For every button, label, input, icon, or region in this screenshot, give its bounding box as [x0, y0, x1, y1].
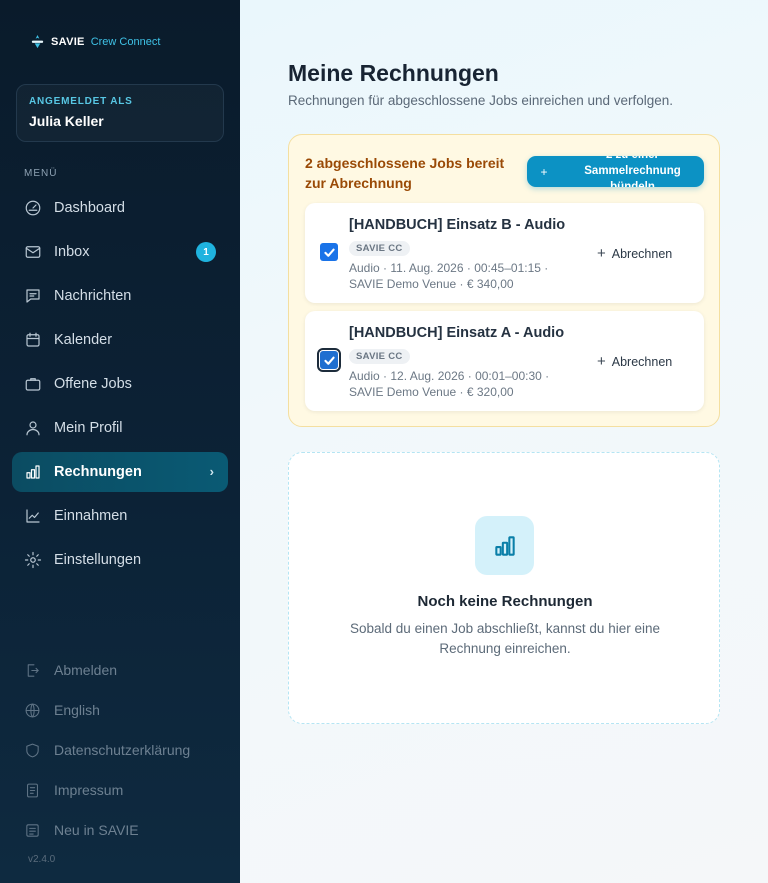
imprint-link[interactable]: Impressum [12, 770, 228, 810]
sidebar-item-label: Rechnungen [54, 464, 142, 480]
sidebar-item-label: Nachrichten [54, 288, 132, 304]
footer-item-label: Neu in SAVIE [54, 822, 139, 838]
page-title: Meine Rechnungen [288, 60, 499, 86]
sidebar-item-nachrichten[interactable]: Nachrichten [12, 276, 228, 316]
brand-logo-link[interactable]: SAVIE Crew Connect [30, 34, 160, 49]
sidebar-item-einnahmen[interactable]: Einnahmen [12, 496, 228, 536]
user-icon [26, 421, 40, 436]
sidebar-item-dashboard[interactable]: Dashboard [12, 188, 228, 228]
menu-label: MENÜ [24, 168, 58, 179]
savie-logo-icon [31, 34, 44, 49]
sidebar-item-label: Offene Jobs [54, 376, 132, 392]
plus-icon: + [597, 245, 606, 262]
user-name: Julia Keller [29, 113, 104, 129]
sidebar: SAVIE Crew Connect ANGEMELDET ALS Julia … [0, 0, 240, 883]
privacy-link[interactable]: Datenschutzerklärung [12, 730, 228, 770]
abrechnen-label: Abrechnen [611, 354, 673, 369]
brand-name: SAVIE [51, 35, 85, 48]
bundle-invoice-button[interactable]: + 2 zu einer Sammelrechnung bündeln [527, 156, 704, 187]
app-version: v2.4.0 [28, 854, 56, 865]
sidebar-item-einstellungen[interactable]: Einstellungen [12, 540, 228, 580]
footer-item-label: Datenschutzerklärung [54, 742, 191, 758]
job-select-checkbox[interactable] [317, 348, 341, 372]
job-select-checkbox[interactable] [320, 243, 338, 261]
ready-jobs-title: 2 abgeschlossene Jobs bereit zur Abrechn… [305, 155, 505, 191]
language-switch[interactable]: English [12, 690, 228, 730]
job-tag: SAVIE CC [349, 241, 410, 256]
whats-new-link[interactable]: Neu in SAVIE [12, 810, 228, 850]
sidebar-item-label: Inbox [54, 244, 90, 260]
dashboard-icon [25, 200, 41, 216]
user-label: ANGEMELDET ALS [29, 96, 133, 107]
invoices-icon [26, 465, 40, 479]
empty-invoices-state: Noch keine Rechnungen Sobald du einen Jo… [288, 452, 720, 724]
sidebar-item-label: Dashboard [54, 200, 125, 216]
globe-icon [25, 703, 40, 717]
job-meta: Audio · 11. Aug. 2026 · 00:45–01:15 · SA… [349, 261, 549, 291]
footer-nav: Abmelden English Datenschutzerklärung Im… [12, 650, 228, 850]
job-tag: SAVIE CC [349, 349, 410, 364]
user-card: ANGEMELDET ALS Julia Keller [16, 84, 224, 142]
sidebar-item-rechnungen[interactable]: Rechnungen › [12, 452, 228, 492]
logout-button[interactable]: Abmelden [12, 650, 228, 690]
sidebar-item-inbox[interactable]: Inbox 1 [12, 232, 228, 272]
sidebar-item-label: Mein Profil [54, 420, 123, 436]
footer-item-label: Abmelden [54, 662, 118, 678]
plus-icon: + [597, 353, 606, 370]
footer-item-label: English [54, 702, 100, 718]
inbox-icon [25, 246, 41, 258]
inbox-count-badge: 1 [196, 242, 216, 262]
messages-icon [26, 289, 40, 303]
briefcase-icon [25, 378, 41, 391]
sidebar-item-label: Kalender [54, 332, 113, 348]
check-icon [323, 356, 335, 365]
shield-icon [26, 743, 39, 757]
sidebar-item-label: Einnahmen [54, 508, 128, 524]
job-title: [HANDBUCH] Einsatz B - Audio [349, 217, 566, 233]
sidebar-item-label: Einstellungen [54, 552, 142, 568]
news-icon [26, 823, 39, 837]
logout-icon [27, 663, 39, 677]
chevron-right-icon: › [209, 464, 214, 479]
earnings-icon [26, 509, 40, 523]
abrechnen-button[interactable]: + Abrechnen [597, 353, 672, 370]
abrechnen-button[interactable]: + Abrechnen [597, 245, 672, 262]
footer-item-label: Impressum [54, 782, 124, 798]
brand-product: Crew Connect [90, 35, 161, 48]
job-card: [HANDBUCH] Einsatz B - Audio SAVIE CC Au… [305, 203, 704, 303]
page-subtitle: Rechnungen für abgeschlossene Jobs einre… [288, 93, 674, 108]
check-icon [323, 248, 335, 257]
invoices-empty-icon [475, 516, 534, 575]
ready-jobs-panel: 2 abgeschlossene Jobs bereit zur Abrechn… [288, 134, 720, 427]
job-card: [HANDBUCH] Einsatz A - Audio SAVIE CC Au… [305, 311, 704, 411]
settings-icon [24, 551, 42, 569]
sidebar-item-mein-profil[interactable]: Mein Profil [12, 408, 228, 448]
main-content: Meine Rechnungen Rechnungen für abgeschl… [240, 0, 768, 883]
abrechnen-label: Abrechnen [611, 246, 673, 261]
sidebar-item-offene-jobs[interactable]: Offene Jobs [12, 364, 228, 404]
bar-chart-icon [494, 535, 515, 556]
main-nav: Dashboard Inbox 1 Nachrichten Kalender O… [12, 188, 228, 584]
document-icon [27, 783, 38, 797]
empty-state-text: Sobald du einen Job abschließt, kannst d… [350, 621, 660, 656]
job-title: [HANDBUCH] Einsatz A - Audio [349, 325, 565, 341]
job-meta: Audio · 12. Aug. 2026 · 00:01–00:30 · SA… [349, 369, 550, 399]
plus-icon: + [540, 164, 548, 179]
bundle-button-label: 2 zu einer Sammelrechnung bündeln [584, 156, 681, 187]
calendar-icon [26, 332, 40, 347]
empty-state-title: Noch keine Rechnungen [417, 593, 593, 610]
sidebar-item-kalender[interactable]: Kalender [12, 320, 228, 360]
